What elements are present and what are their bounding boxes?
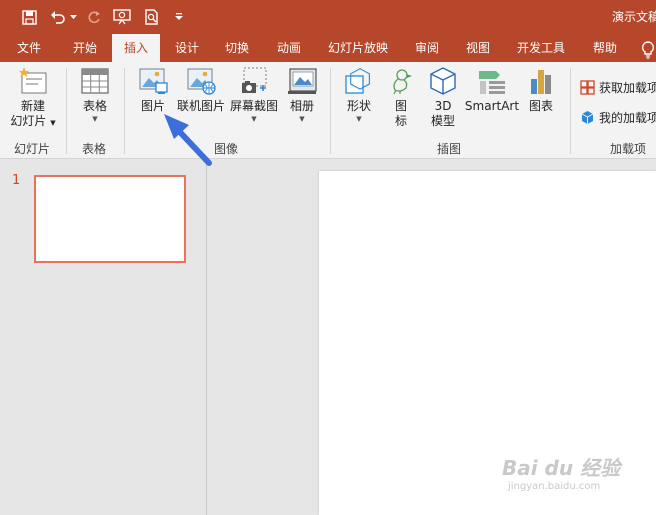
tab-transitions[interactable]: 切换	[214, 34, 260, 62]
tab-insert[interactable]: 插入	[112, 34, 160, 62]
screenshot-label: 屏幕截图	[229, 99, 278, 113]
addin-cube-icon	[581, 111, 594, 124]
picture-icon	[139, 68, 168, 94]
3d-models-label-2: 模型	[430, 114, 455, 128]
my-addins-button[interactable]: 我的加载项	[580, 109, 656, 126]
group-label-slides: 幻灯片	[14, 142, 51, 156]
get-addins-label: 获取加载项	[599, 81, 656, 95]
my-addins-label: 我的加载项	[599, 111, 656, 125]
title-bar: 演示文稿	[0, 0, 656, 34]
slide-thumbnail-pane: 1	[0, 159, 207, 515]
group-divider	[66, 68, 67, 154]
tab-animations[interactable]: 动画	[266, 34, 312, 62]
photo-album-icon	[288, 68, 317, 94]
icons-label-1: 图	[394, 99, 407, 113]
online-picture-label: 联机图片	[176, 99, 225, 113]
group-divider	[124, 68, 125, 154]
tab-slideshow[interactable]: 幻灯片放映	[322, 34, 394, 62]
icons-button[interactable]: 图 标	[384, 66, 418, 129]
tab-help[interactable]: 帮助	[582, 34, 628, 62]
watermark-url: jingyan.baidu.com	[508, 481, 601, 492]
group-divider	[330, 68, 331, 154]
chart-label: 图表	[528, 99, 553, 113]
3d-models-label-1: 3D	[434, 99, 452, 113]
photo-album-label: 相册	[289, 99, 314, 113]
tab-design[interactable]: 设计	[164, 34, 210, 62]
group-label-tables: 表格	[82, 142, 107, 156]
online-picture-button[interactable]: 联机图片	[176, 66, 226, 114]
screenshot-icon	[242, 67, 267, 93]
new-slide-label-2-text: 幻灯片	[10, 114, 47, 128]
smartart-button[interactable]: SmartArt	[464, 66, 520, 114]
group-label-addins: 加载项	[610, 142, 647, 156]
ribbon-insert: 新建 幻灯片 ▼ 幻灯片 表格 ▼ 表格 图片 联机图片 屏幕截图 ▼ 相册 ▼	[0, 62, 656, 159]
shapes-icon	[345, 68, 370, 94]
save-icon[interactable]	[18, 5, 40, 29]
table-button[interactable]: 表格 ▼	[72, 66, 118, 124]
chevron-down-icon: ▼	[251, 115, 257, 123]
shapes-button[interactable]: 形状 ▼	[338, 66, 380, 124]
watermark-logo: Bai du 经验	[502, 456, 621, 480]
tab-developer[interactable]: 开发工具	[508, 34, 574, 62]
ribbon-tabs: 文件 开始 插入 设计 切换 动画 幻灯片放映 审阅 视图 开发工具 帮助	[0, 34, 656, 62]
powerpoint-window: 演示文稿 文件 开始 插入 设计 切换 动画 幻灯片放映 审阅 视图 开发工具 …	[0, 0, 656, 515]
new-slide-icon	[19, 67, 47, 94]
tab-review[interactable]: 审阅	[404, 34, 450, 62]
slide-number: 1	[12, 173, 21, 188]
print-preview-icon[interactable]	[141, 5, 163, 29]
chevron-down-icon: ▼	[356, 115, 362, 123]
shapes-label: 形状	[346, 99, 371, 113]
slideshow-from-start-icon[interactable]	[111, 5, 133, 29]
lightbulb-icon[interactable]	[640, 38, 656, 62]
3d-model-icon	[430, 67, 456, 95]
tab-file[interactable]: 文件	[6, 34, 52, 62]
picture-label: 图片	[140, 99, 165, 113]
new-slide-button[interactable]: 新建 幻灯片 ▼	[6, 66, 60, 131]
icons-icon	[393, 69, 412, 95]
photo-album-button[interactable]: 相册 ▼	[282, 66, 322, 124]
store-icon	[580, 80, 595, 95]
smartart-icon	[479, 71, 505, 94]
get-addins-button[interactable]: 获取加载项	[580, 79, 656, 96]
icons-label-2: 标	[394, 114, 407, 128]
picture-button[interactable]: 图片	[132, 66, 174, 114]
document-title: 演示文稿	[612, 10, 656, 24]
undo-icon[interactable]	[48, 5, 68, 29]
group-label-images: 图像	[214, 142, 239, 156]
customize-toolbar-icon[interactable]	[172, 5, 186, 29]
online-picture-icon	[187, 68, 216, 95]
chevron-down-icon: ▼	[50, 119, 56, 127]
slide-thumbnail[interactable]	[34, 175, 186, 263]
chevron-down-icon: ▼	[92, 115, 98, 123]
new-slide-label-1: 新建	[20, 99, 45, 113]
screenshot-button[interactable]: 屏幕截图 ▼	[228, 66, 280, 124]
baidu-watermark: Bai du 经验 jingyan.baidu.com	[502, 452, 620, 492]
redo-icon[interactable]	[84, 5, 104, 29]
tab-home[interactable]: 开始	[62, 34, 108, 62]
chevron-down-icon: ▼	[299, 115, 305, 123]
smartart-label: SmartArt	[464, 99, 520, 113]
chart-icon	[531, 70, 551, 94]
undo-dropdown-icon[interactable]	[68, 5, 78, 29]
chart-button[interactable]: 图表	[522, 66, 560, 114]
group-label-illustrations: 插图	[437, 142, 462, 156]
tab-view[interactable]: 视图	[455, 34, 501, 62]
table-label: 表格	[82, 99, 107, 113]
3d-models-button[interactable]: 3D 模型	[424, 66, 462, 129]
table-icon	[81, 68, 109, 94]
group-divider	[570, 68, 571, 154]
new-slide-label-2: 幻灯片 ▼	[6, 114, 60, 131]
